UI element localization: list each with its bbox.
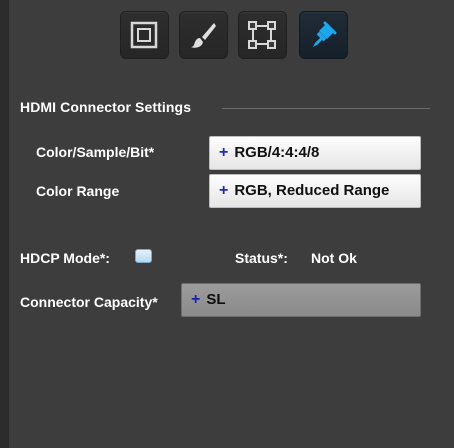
tab-crop[interactable] <box>238 11 287 59</box>
plus-icon: + <box>219 182 229 199</box>
status-value: Not Ok <box>311 250 357 266</box>
connector-settings-panel: HDMI Connector Settings Color/Sample/Bit… <box>8 0 454 448</box>
tab-brush[interactable] <box>179 11 228 59</box>
color-range-label: Color Range <box>36 183 120 199</box>
color-sample-bit-label: Color/Sample/Bit* <box>36 144 155 160</box>
connector-capacity-dropdown[interactable]: + SL <box>181 283 421 317</box>
color-range-dropdown[interactable]: + RGB, Reduced Range <box>209 174 421 208</box>
plus-icon: + <box>191 291 201 308</box>
plus-icon: + <box>219 144 229 161</box>
connector-capacity-label: Connector Capacity* <box>20 294 158 310</box>
left-panel-edge <box>0 0 8 448</box>
hdcp-mode-label: HDCP Mode*: <box>20 250 110 266</box>
color-sample-bit-value: RGB/4:4:4/8 <box>234 144 320 161</box>
tab-connector[interactable] <box>299 11 348 59</box>
section-divider <box>222 108 430 109</box>
connector-capacity-value: SL <box>206 291 226 308</box>
brush-icon <box>191 23 216 48</box>
color-sample-bit-dropdown[interactable]: + RGB/4:4:4/8 <box>209 136 421 170</box>
crop-icon <box>248 21 276 49</box>
connector-plug-icon <box>313 21 337 47</box>
section-title: HDMI Connector Settings <box>20 99 192 115</box>
status-label: Status*: <box>235 250 288 266</box>
tab-frame[interactable] <box>120 11 169 59</box>
frame-icon <box>130 21 158 49</box>
color-range-value: RGB, Reduced Range <box>234 182 390 199</box>
hdcp-mode-checkbox[interactable] <box>135 249 152 263</box>
